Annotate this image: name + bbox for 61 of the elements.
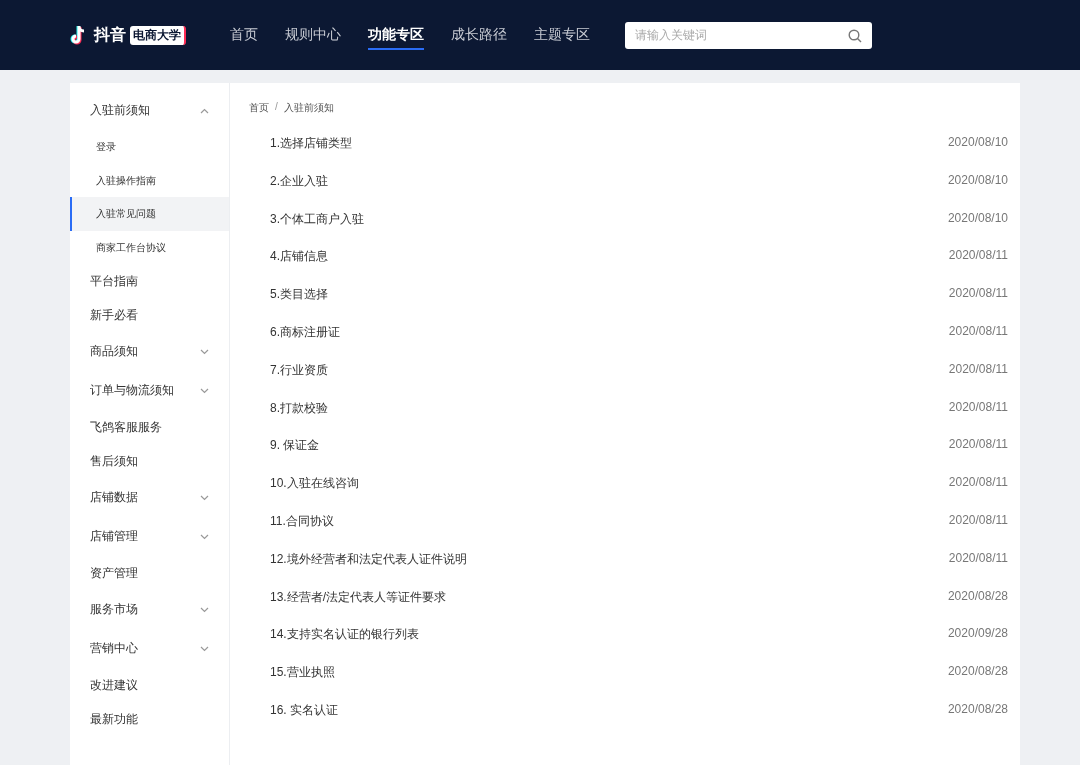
article-link[interactable]: 11.合同协议 — [270, 512, 334, 530]
breadcrumb-separator: / — [275, 101, 278, 114]
article-link[interactable]: 2.企业入驻 — [270, 172, 328, 190]
article-link[interactable]: 8.打款校验 — [270, 399, 328, 417]
nav-tab[interactable]: 首页 — [230, 0, 258, 70]
article-link[interactable]: 14.支持实名认证的银行列表 — [270, 626, 419, 644]
article-link[interactable]: 15.营业执照 — [270, 664, 335, 682]
nav-tab[interactable]: 主题专区 — [534, 0, 590, 70]
article-link[interactable]: 7.行业资质 — [270, 361, 328, 379]
article-link[interactable]: 5.类目选择 — [270, 286, 328, 304]
article-link[interactable]: 1.选择店铺类型 — [270, 135, 352, 152]
logo-text: 抖音 — [94, 24, 126, 45]
article-date: 2020/08/11 — [948, 286, 1008, 301]
article-date: 2020/08/11 — [948, 550, 1008, 565]
article-date: 2020/08/11 — [948, 361, 1008, 376]
article-link[interactable]: 10.入驻在线咨询 — [270, 475, 359, 493]
article-link[interactable]: 9. 保证金 — [270, 437, 320, 455]
article-date: 2020/08/11 — [948, 399, 1008, 414]
article-date: 2020/08/28 — [947, 664, 1008, 679]
sidebar-item[interactable]: 订单与物流须知 — [70, 371, 229, 410]
article-link[interactable]: 3.个体工商户入驻 — [270, 210, 364, 228]
search-icon — [848, 28, 862, 43]
nav-tab[interactable]: 成长路径 — [451, 0, 507, 70]
sidebar-item[interactable]: 新手必看 — [70, 298, 229, 332]
sidebar-item[interactable]: 商品须知 — [70, 332, 229, 371]
sidebar-item[interactable]: 入驻前须知 — [70, 91, 229, 130]
article-link[interactable]: 13.经营者/法定代表人等证件要求 — [270, 588, 446, 606]
sidebar-item[interactable]: 飞鸽客服服务 — [70, 410, 229, 444]
sidebar-item[interactable]: 营销中心 — [70, 629, 229, 668]
search-field[interactable]: 请输入关键词 — [625, 21, 872, 49]
sidebar-item[interactable]: 平台指南 — [70, 264, 229, 298]
sidebar-subitem[interactable]: 登录 — [70, 130, 229, 164]
article-date: 2020/08/11 — [948, 248, 1008, 263]
sidebar-item[interactable]: 改进建议 — [70, 668, 229, 702]
sidebar-subitem[interactable]: 商家工作台协议 — [70, 230, 229, 264]
article-date: 2020/08/10 — [947, 172, 1008, 187]
article-date: 2020/08/11 — [948, 324, 1008, 338]
article-date: 2020/08/11 — [948, 512, 1008, 527]
sidebar-subitem[interactable]: 入驻操作指南 — [70, 163, 229, 197]
article-date: 2020/09/28 — [947, 626, 1008, 641]
article-date: 2020/08/10 — [947, 135, 1008, 149]
article-date: 2020/08/28 — [947, 588, 1008, 603]
article-date: 2020/08/28 — [947, 701, 1008, 716]
breadcrumb-link[interactable]: 入驻前须知 — [283, 101, 334, 115]
article-link[interactable]: 4.店铺信息 — [270, 248, 328, 266]
breadcrumb-link[interactable]: 首页 — [249, 101, 269, 115]
logo-badge: 电商大学 — [130, 25, 186, 45]
nav-tab[interactable]: 规则中心 — [285, 0, 341, 70]
article-link[interactable]: 6.商标注册证 — [270, 324, 340, 341]
sidebar-item[interactable]: 店铺管理 — [70, 517, 229, 556]
sidebar-item[interactable]: 最新功能 — [70, 702, 229, 736]
article-date: 2020/08/11 — [948, 475, 1008, 490]
sidebar-item[interactable]: 服务市场 — [70, 590, 229, 629]
sidebar-item[interactable]: 售后须知 — [70, 444, 229, 478]
sidebar-item[interactable]: 资产管理 — [70, 556, 229, 590]
article-date: 2020/08/10 — [947, 210, 1008, 225]
sidebar-subitem[interactable]: 入驻常见问题 — [70, 197, 229, 231]
article-date: 2020/08/11 — [948, 437, 1008, 452]
article-link[interactable]: 16. 实名认证 — [270, 701, 338, 719]
sidebar-item[interactable]: 店铺数据 — [70, 478, 229, 517]
article-link[interactable]: 12.境外经营者和法定代表人证件说明 — [270, 550, 467, 568]
